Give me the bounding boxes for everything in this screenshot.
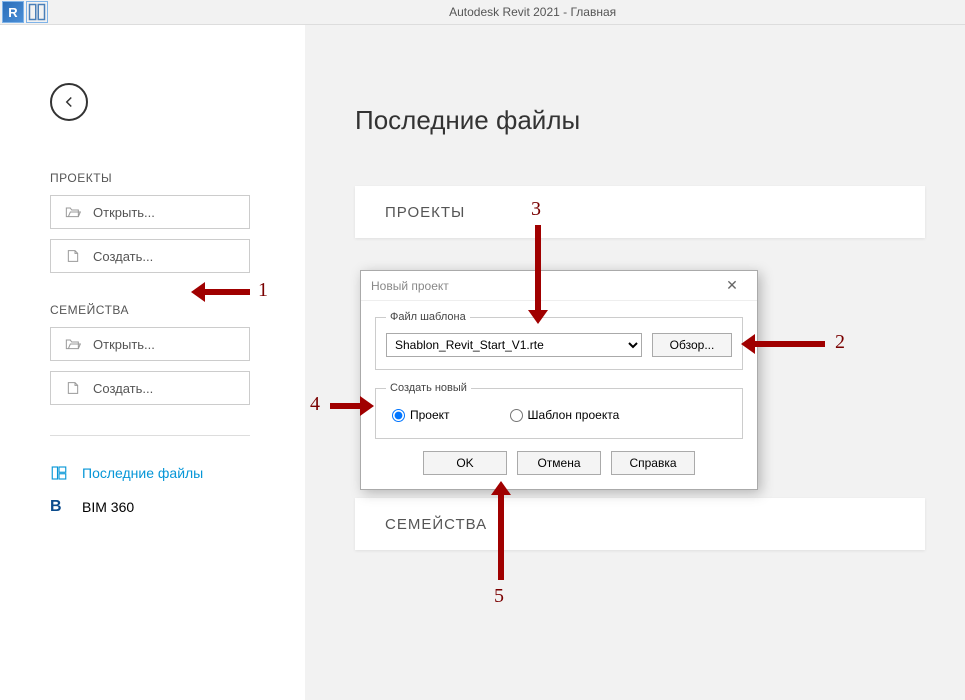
new-project-dialog: Новый проект ✕ Файл шаблона Shablon_Revi… [360, 270, 758, 490]
ok-button[interactable]: OK [423, 451, 507, 475]
dialog-titlebar[interactable]: Новый проект ✕ [361, 271, 757, 301]
projects-create-label: Создать... [93, 249, 153, 264]
radio-template[interactable]: Шаблон проекта [510, 408, 620, 422]
browse-button[interactable]: Обзор... [652, 333, 732, 357]
radio-project-input[interactable] [392, 409, 405, 422]
projects-create-button[interactable]: Создать... [50, 239, 250, 273]
template-select[interactable]: Shablon_Revit_Start_V1.rte [386, 333, 642, 357]
radio-template-input[interactable] [510, 409, 523, 422]
template-group: Файл шаблона Shablon_Revit_Start_V1.rte … [375, 311, 743, 370]
recent-files-icon [50, 464, 68, 482]
page-title: Последние файлы [355, 105, 925, 136]
families-open-label: Открыть... [93, 337, 155, 352]
sidebar-projects-heading: ПРОЕКТЫ [50, 171, 285, 185]
radio-project-label: Проект [410, 408, 450, 422]
create-new-group: Создать новый Проект Шаблон проекта [375, 382, 743, 439]
title-bar: R Autodesk Revit 2021 - Главная [0, 0, 965, 25]
sidebar: ПРОЕКТЫ Открыть... Создать... СЕМЕЙСТВА … [0, 25, 305, 700]
sidebar-families-heading: СЕМЕЙСТВА [50, 303, 285, 317]
window-title: Autodesk Revit 2021 - Главная [449, 5, 616, 19]
close-icon[interactable]: ✕ [717, 277, 747, 294]
nav-recent-label: Последние файлы [82, 465, 203, 481]
help-button[interactable]: Справка [611, 451, 695, 475]
document-icon [65, 381, 81, 395]
nav-bim360-label: BIM 360 [82, 499, 134, 515]
projects-open-button[interactable]: Открыть... [50, 195, 250, 229]
sidebar-projects-section: ПРОЕКТЫ Открыть... Создать... [50, 171, 285, 273]
nav-recent-files[interactable]: Последние файлы [50, 456, 285, 490]
bim360-icon: B [50, 498, 68, 516]
cancel-button[interactable]: Отмена [517, 451, 601, 475]
back-button[interactable] [50, 83, 88, 121]
families-create-button[interactable]: Создать... [50, 371, 250, 405]
sidebar-divider [50, 435, 250, 436]
folder-open-icon [65, 337, 81, 351]
projects-open-label: Открыть... [93, 205, 155, 220]
doc-icon[interactable] [26, 1, 48, 23]
nav-bim360[interactable]: B BIM 360 [50, 490, 285, 524]
radio-project[interactable]: Проект [392, 408, 450, 422]
app-logo-icon: R [2, 1, 24, 23]
template-combo[interactable]: Shablon_Revit_Start_V1.rte [386, 333, 642, 357]
folder-open-icon [65, 205, 81, 219]
document-icon [65, 249, 81, 263]
create-new-label: Создать новый [386, 382, 471, 394]
section-families-heading: СЕМЕЙСТВА [355, 498, 925, 550]
sidebar-families-section: СЕМЕЙСТВА Открыть... Создать... [50, 303, 285, 405]
dialog-title: Новый проект [371, 279, 449, 293]
radio-template-label: Шаблон проекта [528, 408, 620, 422]
template-group-label: Файл шаблона [386, 311, 470, 323]
families-open-button[interactable]: Открыть... [50, 327, 250, 361]
section-projects-heading: ПРОЕКТЫ [355, 186, 925, 238]
families-create-label: Создать... [93, 381, 153, 396]
